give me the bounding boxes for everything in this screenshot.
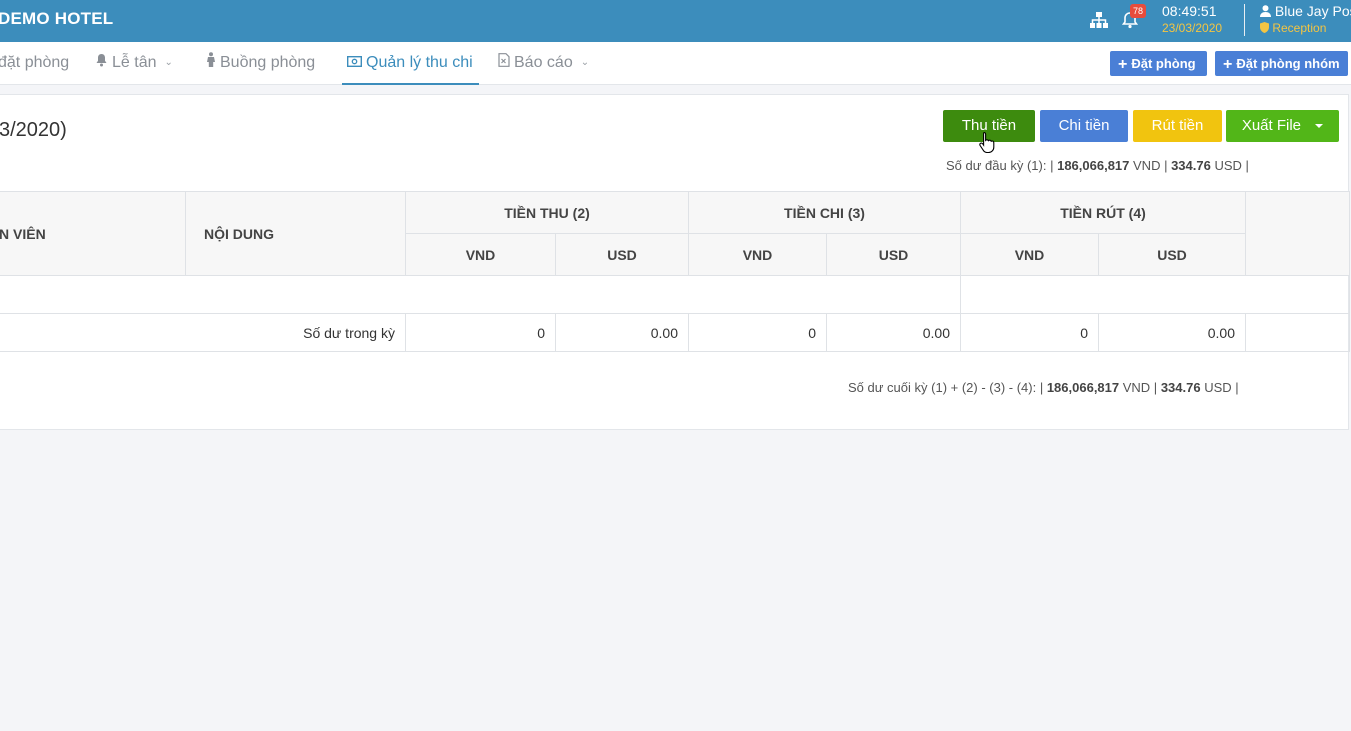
summary-withdraw-usd: 0.00 (1099, 314, 1246, 352)
spend-money-button[interactable]: Chi tiền (1040, 110, 1128, 142)
person-icon (206, 42, 216, 84)
withdraw-money-button[interactable]: Rút tiền (1133, 110, 1222, 142)
user-role: Reception (1260, 21, 1326, 36)
summary-expense-usd: 0.00 (827, 314, 961, 352)
notification-badge: 78 (1130, 4, 1147, 18)
nav-item-label: Buồng phòng (220, 54, 316, 72)
money-icon (346, 42, 363, 84)
header-divider (1244, 4, 1245, 36)
column-header-expense: TIỀN CHI (3) (689, 192, 961, 234)
sitemap-icon[interactable] (1089, 10, 1109, 30)
summary-income-vnd: 0 (406, 314, 556, 352)
user-role-label: Reception (1272, 21, 1327, 35)
book-room-label: Đặt phòng (1131, 56, 1196, 71)
caret-down-icon (1315, 124, 1324, 128)
column-header-blank (1246, 192, 1350, 276)
closing-vnd-unit: VND | (1122, 380, 1158, 395)
finance-panel: 3/2020) Thu tiền Chi tiền Rút tiền Xuất … (0, 94, 1350, 430)
top-bar: DEMO HOTEL 78 08:49:51 23/03/2020 Blue J… (0, 0, 1351, 42)
column-header-expense-usd: USD (827, 234, 961, 276)
chevron-down-icon: ⌄ (580, 57, 590, 68)
nav-item-label: Báo cáo (514, 54, 573, 72)
book-group-label: Đặt phòng nhóm (1236, 56, 1340, 71)
nav-item-reports[interactable]: Báo cáo ⌄ (498, 42, 589, 85)
column-header-withdraw: TIỀN RÚT (4) (961, 192, 1246, 234)
closing-usd-unit: USD | (1204, 380, 1239, 395)
closing-balance-usd: 334.76 (1160, 380, 1201, 395)
opening-vnd-unit: VND | (1133, 158, 1168, 173)
panel-title: 3/2020) (0, 119, 67, 141)
column-header-staff: N VIÊN (0, 192, 186, 276)
column-header-withdraw-usd: USD (1099, 234, 1246, 276)
clock-time: 08:49:51 (1162, 3, 1217, 19)
nav-item-label: đặt phòng (0, 54, 70, 71)
opening-balance-usd: 334.76 (1171, 158, 1211, 173)
summary-withdraw-vnd: 0 (961, 314, 1099, 352)
user-menu[interactable]: Blue Jay Pos (1260, 3, 1351, 20)
column-header-expense-vnd: VND (689, 234, 827, 276)
plus-icon: + (1223, 56, 1233, 73)
column-header-withdraw-vnd: VND (961, 234, 1099, 276)
export-file-label: Xuất File (1241, 117, 1302, 134)
nav-item-housekeeping[interactable]: Buồng phòng (206, 42, 315, 85)
summary-expense-vnd: 0 (689, 314, 827, 352)
opening-balance: Số dư đầu kỳ (1): | 186,066,817 VND | 33… (946, 158, 1249, 173)
file-excel-icon (498, 42, 510, 84)
user-icon (1260, 4, 1271, 20)
bell-icon (95, 42, 108, 84)
closing-balance-label: Số dư cuối kỳ (1) + (2) - (3) - (4): | (848, 380, 1044, 395)
shield-icon (1260, 22, 1269, 36)
nav-item-reception[interactable]: Lễ tân ⌄ (95, 42, 173, 85)
column-header-income-usd: USD (556, 234, 689, 276)
empty-row-right (961, 276, 1350, 314)
opening-usd-unit: USD | (1214, 158, 1249, 173)
empty-row (0, 276, 961, 314)
closing-balance-vnd: 186,066,817 (1046, 380, 1120, 395)
summary-label: Số dư trong kỳ (0, 314, 406, 352)
pointer-cursor-icon (979, 131, 995, 158)
book-group-button[interactable]: + Đặt phòng nhóm (1215, 51, 1348, 76)
hotel-brand[interactable]: DEMO HOTEL (0, 9, 113, 29)
opening-balance-vnd: 186,066,817 (1057, 158, 1130, 173)
closing-balance: Số dư cuối kỳ (1) + (2) - (3) - (4): | 1… (848, 380, 1239, 395)
column-header-income: TIỀN THU (2) (406, 192, 689, 234)
summary-blank (1246, 314, 1350, 352)
export-file-button[interactable]: Xuất File (1226, 110, 1339, 142)
plus-icon: + (1118, 56, 1128, 73)
user-name: Blue Jay Pos (1274, 3, 1351, 19)
chevron-down-icon: ⌄ (164, 57, 173, 68)
summary-income-usd: 0.00 (556, 314, 689, 352)
clock-date: 23/03/2020 (1162, 21, 1223, 35)
nav-item-finance[interactable]: Quản lý thu chi (342, 42, 479, 85)
column-header-content: NỘI DUNG (186, 192, 406, 276)
opening-balance-label: Số dư đầu kỳ (1): | (946, 158, 1054, 173)
nav-item-booking[interactable]: đặt phòng (0, 42, 69, 85)
nav-item-label: Lễ tân (112, 54, 157, 72)
book-room-button[interactable]: + Đặt phòng (1110, 51, 1207, 76)
column-header-income-vnd: VND (406, 234, 556, 276)
nav-item-label: Quản lý thu chi (366, 54, 473, 72)
main-nav: đặt phòng Lễ tân ⌄ Buồng phòng Quản lý th… (0, 42, 1351, 85)
